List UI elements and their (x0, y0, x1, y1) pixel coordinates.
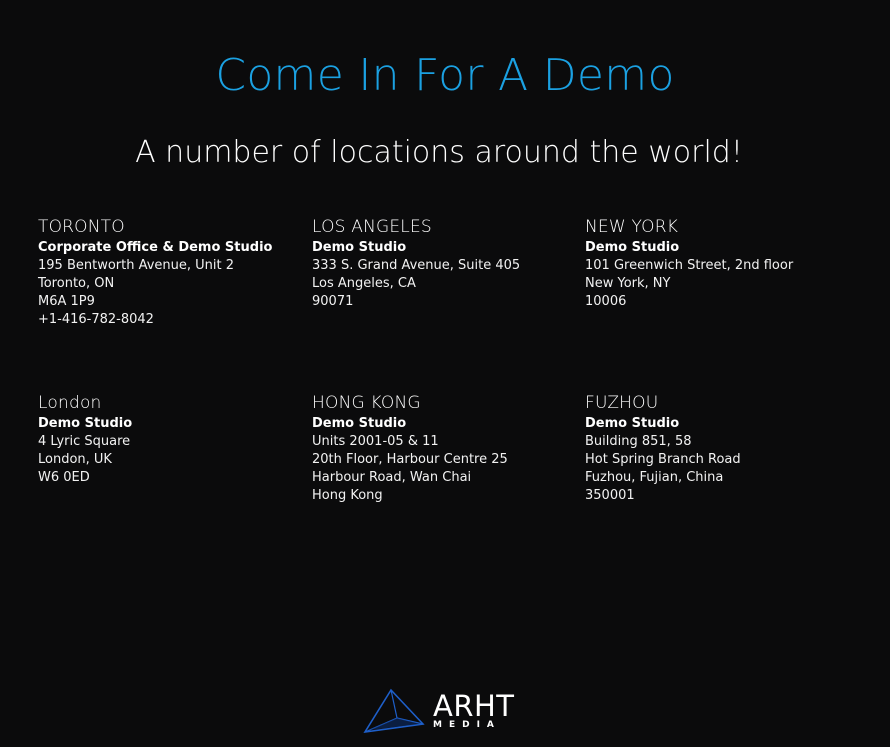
address-line: Building 851, 58 (585, 434, 692, 449)
location-office-type: Demo Studio (312, 416, 407, 431)
address-line: Fuzhou, Fujian, China (585, 470, 724, 485)
location-city: LOS ANGELES (312, 217, 432, 237)
address-line: 333 S. Grand Avenue, Suite 405 (312, 258, 521, 273)
page-subtitle: A number of locations around the world! (135, 135, 743, 170)
logo-subtext: MEDIA (433, 720, 501, 730)
address-line: 101 Greenwich Street, 2nd floor (585, 258, 794, 273)
location-city: HONG KONG (312, 393, 421, 413)
location-office-type: Corporate Office & Demo Studio (38, 240, 273, 255)
address-line: New York, NY (585, 276, 671, 291)
location-city: London (38, 393, 102, 413)
location-london: London Demo Studio 4 Lyric Square London… (38, 392, 312, 542)
page-title: Come In For A Demo (215, 50, 675, 101)
location-los-angeles: LOS ANGELES Demo Studio 333 S. Grand Ave… (312, 216, 585, 392)
address-line: Los Angeles, CA (312, 276, 416, 291)
address-line: Toronto, ON (38, 276, 115, 291)
address-line: Units 2001-05 & 11 (312, 434, 439, 449)
arht-media-logo[interactable]: ARHT MEDIA (363, 688, 523, 738)
location-new-york: NEW YORK Demo Studio 101 Greenwich Stree… (585, 216, 868, 392)
phone-number[interactable]: +1-416-782-8042 (38, 311, 312, 329)
location-office-type: Demo Studio (585, 240, 680, 255)
address-line: Harbour Road, Wan Chai (312, 470, 472, 485)
location-office-type: Demo Studio (585, 416, 680, 431)
address-line: 4 Lyric Square (38, 434, 131, 449)
address-line: Hot Spring Branch Road (585, 452, 741, 467)
address-line: Hong Kong (312, 488, 383, 503)
logo-wordmark: ARHT (433, 689, 515, 723)
location-city: NEW YORK (585, 217, 679, 237)
location-toronto: TORONTO Corporate Office & Demo Studio 1… (38, 216, 312, 392)
address-line: 195 Bentworth Avenue, Unit 2 (38, 258, 235, 273)
location-office-type: Demo Studio (312, 240, 407, 255)
location-hong-kong: HONG KONG Demo Studio Units 2001-05 & 11… (312, 392, 585, 542)
address-line: M6A 1P9 (38, 294, 95, 309)
location-city: TORONTO (38, 217, 125, 237)
address-line: W6 0ED (38, 470, 90, 485)
address-line: 10006 (585, 294, 627, 309)
address-line: 20th Floor, Harbour Centre 25 (312, 452, 508, 467)
location-office-type: Demo Studio (38, 416, 133, 431)
location-fuzhou: FUZHOU Demo Studio Building 851, 58 Hot … (585, 392, 868, 542)
location-city: FUZHOU (585, 393, 659, 413)
address-line: 90071 (312, 294, 354, 309)
locations-grid: TORONTO Corporate Office & Demo Studio 1… (38, 216, 868, 542)
address-line: 350001 (585, 488, 635, 503)
arht-triangle-logo-icon (363, 688, 425, 734)
address-line: London, UK (38, 452, 112, 467)
